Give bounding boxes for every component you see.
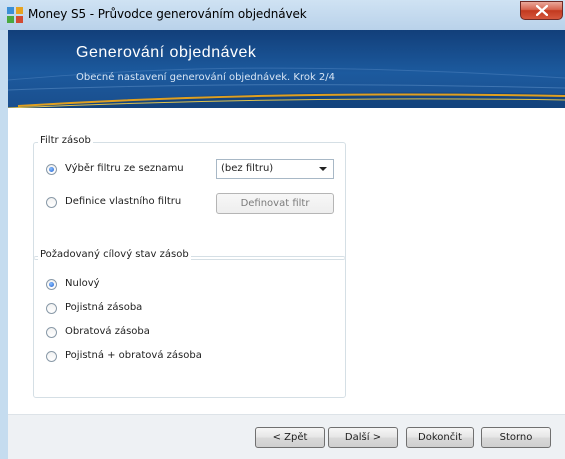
target-zero-radio[interactable] [46,279,57,290]
cancel-button[interactable]: Storno [481,427,551,448]
target-zero-label[interactable]: Nulový [65,278,100,289]
filter-from-list-radio[interactable] [46,164,57,175]
chevron-down-icon [319,167,327,171]
target-turnover-stock-label[interactable]: Obratová zásoba [65,326,150,337]
target-safety-stock-label[interactable]: Pojistná zásoba [65,302,142,313]
define-filter-button[interactable]: Definovat filtr [216,193,334,214]
close-icon [536,5,548,16]
target-safety-stock-radio[interactable] [46,303,57,314]
title-bar: Money S5 - Průvodce generováním objednáv… [0,0,565,30]
filter-select-value: (bez filtru) [221,163,274,174]
target-safety-plus-turnover-label[interactable]: Pojistná + obratová zásoba [65,350,202,361]
banner-decoration [8,67,565,108]
filter-select[interactable]: (bez filtru) [216,159,334,179]
next-button[interactable]: Další > [328,427,398,448]
finish-button[interactable]: Dokončit [406,427,474,448]
target-stock-group-label: Požadovaný cílový stav zásob [38,249,191,260]
wizard-window: Money S5 - Průvodce generováním objednáv… [0,0,565,459]
back-button[interactable]: < Zpět [255,427,325,448]
banner-title: Generování objednávek [76,44,257,61]
custom-filter-radio[interactable] [46,197,57,208]
app-icon [7,7,23,23]
header-banner: Generování objednávek Obecné nastavení g… [8,30,565,108]
client-area: Generování objednávek Obecné nastavení g… [8,30,565,459]
close-button[interactable] [520,1,563,20]
custom-filter-label[interactable]: Definice vlastního filtru [65,196,181,207]
footer-bar: < Zpět Další > Dokončit Storno [8,414,565,459]
filter-from-list-label[interactable]: Výběr filtru ze seznamu [65,163,184,174]
target-turnover-stock-radio[interactable] [46,327,57,338]
filter-group-label: Filtr zásob [38,135,93,146]
banner-subtitle: Obecné nastavení generování objednávek. … [76,72,336,83]
window-title: Money S5 - Průvodce generováním objednáv… [28,7,307,21]
target-safety-plus-turnover-radio[interactable] [46,351,57,362]
